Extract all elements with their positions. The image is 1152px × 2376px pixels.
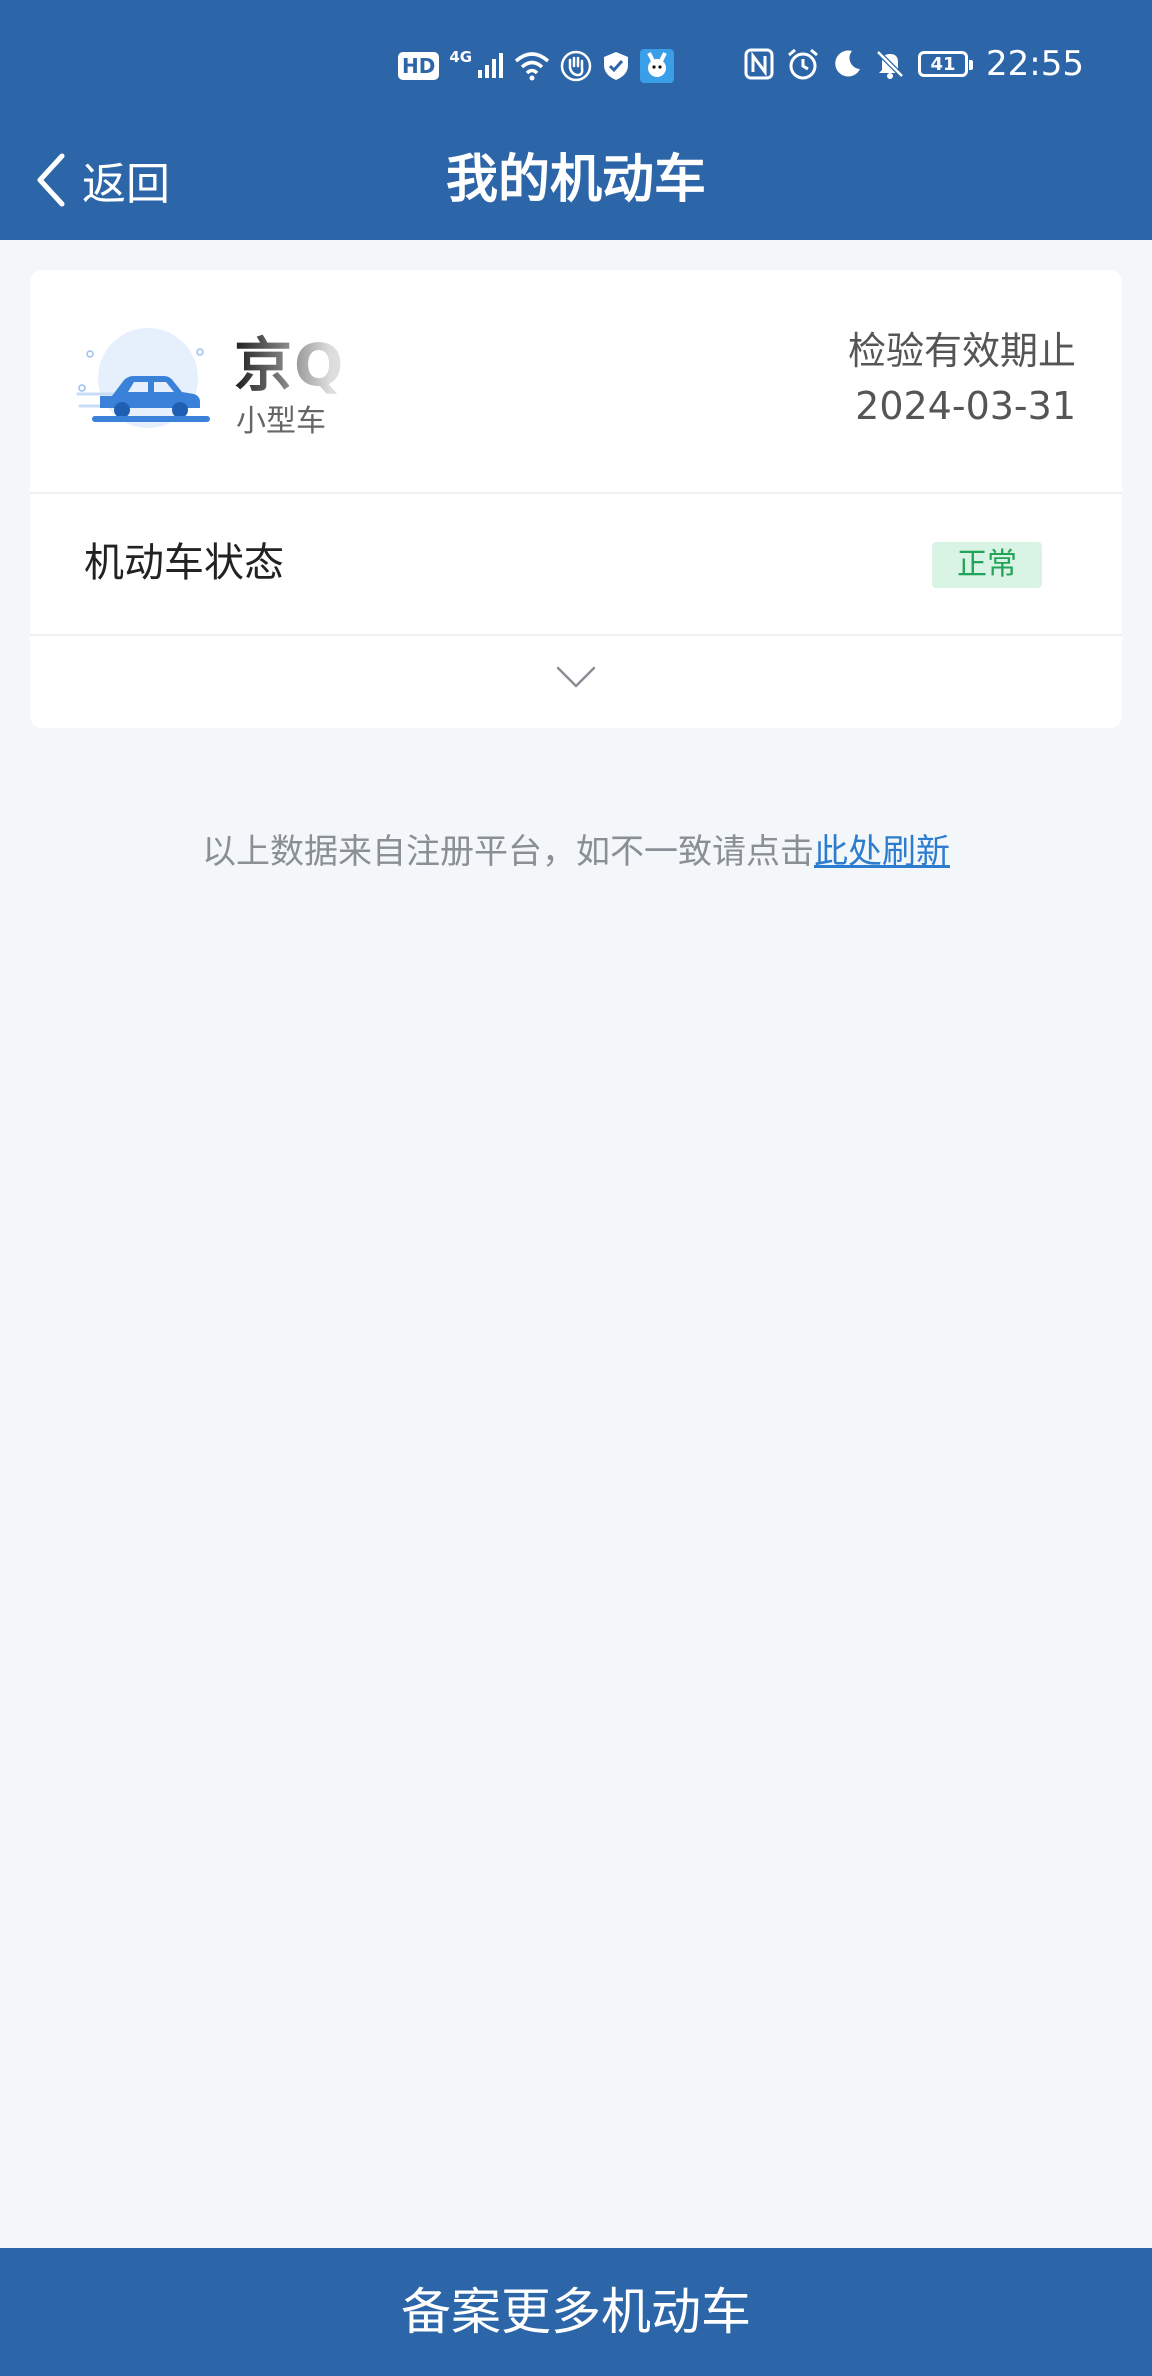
refresh-link[interactable]: 此处刷新 <box>814 832 950 872</box>
expiry-label: 检验有效期止 <box>847 329 1076 373</box>
moon-icon <box>832 49 862 79</box>
car-icon <box>76 328 210 428</box>
inspection-expiry: 检验有效期止 2024-03-31 <box>848 324 1076 434</box>
vehicle-status-row: 机动车状态 正常 <box>30 492 1122 636</box>
vehicle-type: 小型车 <box>236 404 326 439</box>
navigation-bar: 返回 我的机动车 <box>0 120 1152 240</box>
vehicle-info-row[interactable]: 京Q 小型车 检验有效期止 2024-03-31 <box>30 270 1122 494</box>
status-badge: 正常 <box>932 542 1042 588</box>
expiry-date: 2024-03-31 <box>855 384 1076 428</box>
page-title: 我的机动车 <box>445 150 706 210</box>
data-source-note: 以上数据来自注册平台，如不一致请点击此处刷新 <box>0 822 1152 882</box>
header-bar: HD 4G 41 22:55 返回 我的机动车 <box>0 0 1152 240</box>
alarm-icon <box>786 47 820 81</box>
nfc-icon <box>744 48 774 80</box>
chevron-down-icon <box>556 666 596 688</box>
wifi-icon <box>514 51 550 81</box>
battery-icon: 41 <box>918 51 974 77</box>
status-icons-left: HD 4G <box>398 46 675 86</box>
vehicle-card: 京Q 小型车 检验有效期止 2024-03-31 机动车状态 正常 <box>30 270 1122 728</box>
note-text: 以上数据来自注册平台，如不一致请点击 <box>202 832 814 872</box>
status-bar: HD 4G 41 22:55 <box>0 0 1152 120</box>
network-type-label: 4G <box>449 48 473 66</box>
app-icon <box>640 49 675 83</box>
expand-details-button[interactable] <box>30 634 1122 728</box>
register-more-vehicles-button[interactable]: 备案更多机动车 <box>0 2248 1152 2376</box>
hd-icon: HD <box>398 52 440 80</box>
shield-icon <box>602 50 630 82</box>
status-clock: 22:55 <box>986 44 1084 84</box>
signal-icon <box>476 52 504 80</box>
status-label: 机动车状态 <box>84 540 284 586</box>
status-icons-right: 41 22:55 <box>744 42 1084 86</box>
mute-icon <box>874 48 906 80</box>
hand-icon <box>560 50 592 82</box>
